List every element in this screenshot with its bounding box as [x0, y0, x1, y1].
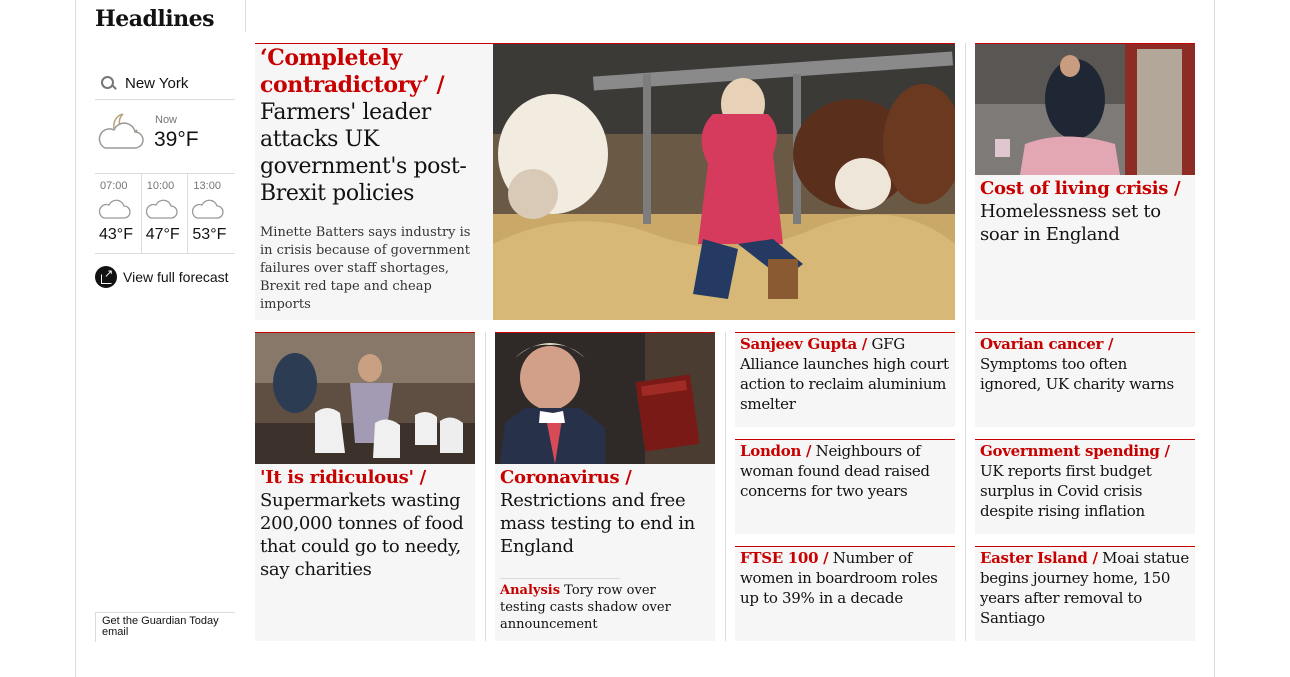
homelessness-headline-text: Homelessness set to soar in England	[980, 201, 1161, 245]
homelessness-headline[interactable]: Cost of living crisis / Homelessness set…	[980, 177, 1192, 246]
now-temperature: 39°F	[154, 128, 199, 151]
food-waste-kicker: 'It is ridiculous' /	[260, 467, 426, 488]
spending-headline[interactable]: Government spending / UK reports first b…	[980, 441, 1192, 521]
ftse-headline[interactable]: FTSE 100 / Number of women in boardroom …	[740, 548, 952, 608]
search-icon	[99, 73, 121, 95]
forecast-temperature: 47°F	[145, 226, 180, 243]
story-card-gupta[interactable]: Sanjeev Gupta / GFG Alliance launches hi…	[735, 332, 955, 427]
now-label: Now	[155, 114, 178, 126]
spending-headline-text: UK reports first budget surplus in Covid…	[980, 462, 1152, 520]
london-kicker: London /	[740, 442, 812, 460]
forecast-time: 07:00	[100, 180, 128, 192]
forecast-slot: 07:00 43°F	[95, 174, 142, 253]
forecast-temperature: 43°F	[99, 226, 133, 243]
farmer-cattle-photo	[493, 44, 955, 320]
analysis-kicker: Analysis	[500, 583, 561, 598]
column-divider	[725, 332, 726, 641]
story-card-ovarian[interactable]: Ovarian cancer / Symptoms too often igno…	[975, 332, 1195, 427]
lead-story-card[interactable]: ‘Completely contradictory’ / Farmers' le…	[255, 43, 493, 320]
cloud-moon-icon	[98, 113, 144, 149]
coronavirus-headline[interactable]: Coronavirus / Restrictions and free mass…	[500, 466, 712, 558]
column-divider	[965, 43, 966, 641]
story-card-easter-island[interactable]: Easter Island / Moai statue begins journ…	[975, 546, 1195, 641]
easter-island-kicker: Easter Island /	[980, 549, 1098, 567]
story-card-homelessness[interactable]: Cost of living crisis / Homelessness set…	[975, 43, 1195, 320]
gupta-headline[interactable]: Sanjeev Gupta / GFG Alliance launches hi…	[740, 334, 952, 414]
lead-headline-text: Farmers' leader attacks UK government's …	[260, 100, 467, 206]
lead-headline[interactable]: ‘Completely contradictory’ / Farmers' le…	[260, 45, 490, 207]
cloud-icon	[145, 199, 178, 219]
hourly-forecast: 07:00 43°F 10:00 47°F 13:00 53°F	[95, 174, 235, 254]
lead-standfirst: Minette Batters says industry is in cris…	[260, 225, 471, 312]
coronavirus-sublink[interactable]: Analysis Tory row over testing casts sha…	[500, 582, 705, 633]
location-search[interactable]: New York	[95, 68, 235, 100]
forecast-time: 13:00	[193, 180, 221, 192]
column-divider	[485, 332, 486, 641]
current-weather: Now 39°F	[95, 100, 235, 174]
story-card-london[interactable]: London / Neighbours of woman found dead …	[735, 439, 955, 534]
location-name[interactable]: New York	[125, 75, 188, 92]
gupta-kicker: Sanjeev Gupta /	[740, 335, 867, 353]
london-headline[interactable]: London / Neighbours of woman found dead …	[740, 441, 952, 501]
story-card-coronavirus[interactable]: Coronavirus / Restrictions and free mass…	[495, 332, 715, 641]
email-signup-link[interactable]: Get the Guardian Today email	[95, 612, 235, 642]
coronavirus-headline-text: Restrictions and free mass testing to en…	[500, 490, 695, 557]
weather-widget: New York Now 39°F 07:00 43°F 10:00 47°F …	[95, 68, 235, 290]
food-waste-headline-text: Supermarkets wasting 200,000 tonnes of f…	[260, 490, 464, 580]
lead-kicker: ‘Completely contradictory’ /	[260, 45, 445, 98]
story-card-food-waste[interactable]: 'It is ridiculous' / Supermarkets wastin…	[255, 332, 475, 641]
ftse-kicker: FTSE 100 /	[740, 549, 829, 567]
lead-image[interactable]	[493, 43, 955, 320]
section-title: Headlines	[95, 6, 215, 32]
food-waste-headline[interactable]: 'It is ridiculous' / Supermarkets wastin…	[260, 466, 472, 581]
cloud-icon	[98, 199, 131, 219]
cloud-icon	[192, 199, 225, 219]
view-forecast-link[interactable]: View full forecast	[95, 264, 235, 290]
coronavirus-kicker: Coronavirus /	[500, 467, 632, 488]
ovarian-headline[interactable]: Ovarian cancer / Symptoms too often igno…	[980, 334, 1192, 394]
story-card-spending[interactable]: Government spending / UK reports first b…	[975, 439, 1195, 534]
forecast-time: 10:00	[146, 180, 175, 192]
forecast-slot: 10:00 47°F	[142, 174, 189, 253]
food-bank-photo	[255, 333, 475, 464]
ovarian-kicker: Ovarian cancer /	[980, 335, 1114, 353]
spending-kicker: Government spending /	[980, 442, 1170, 460]
sublink-divider	[500, 578, 620, 579]
homeless-person-photo	[975, 44, 1195, 175]
politician-red-box-photo	[495, 333, 715, 464]
ovarian-headline-text: Symptoms too often ignored, UK charity w…	[980, 355, 1174, 393]
forecast-temperature: 53°F	[192, 226, 227, 243]
homelessness-kicker: Cost of living crisis /	[980, 178, 1181, 199]
easter-island-headline[interactable]: Easter Island / Moai statue begins journ…	[980, 548, 1192, 628]
view-forecast-label[interactable]: View full forecast	[123, 269, 229, 285]
story-card-ftse[interactable]: FTSE 100 / Number of women in boardroom …	[735, 546, 955, 641]
external-link-icon	[95, 266, 117, 288]
divider	[245, 0, 246, 32]
forecast-slot: 13:00 53°F	[188, 174, 235, 253]
